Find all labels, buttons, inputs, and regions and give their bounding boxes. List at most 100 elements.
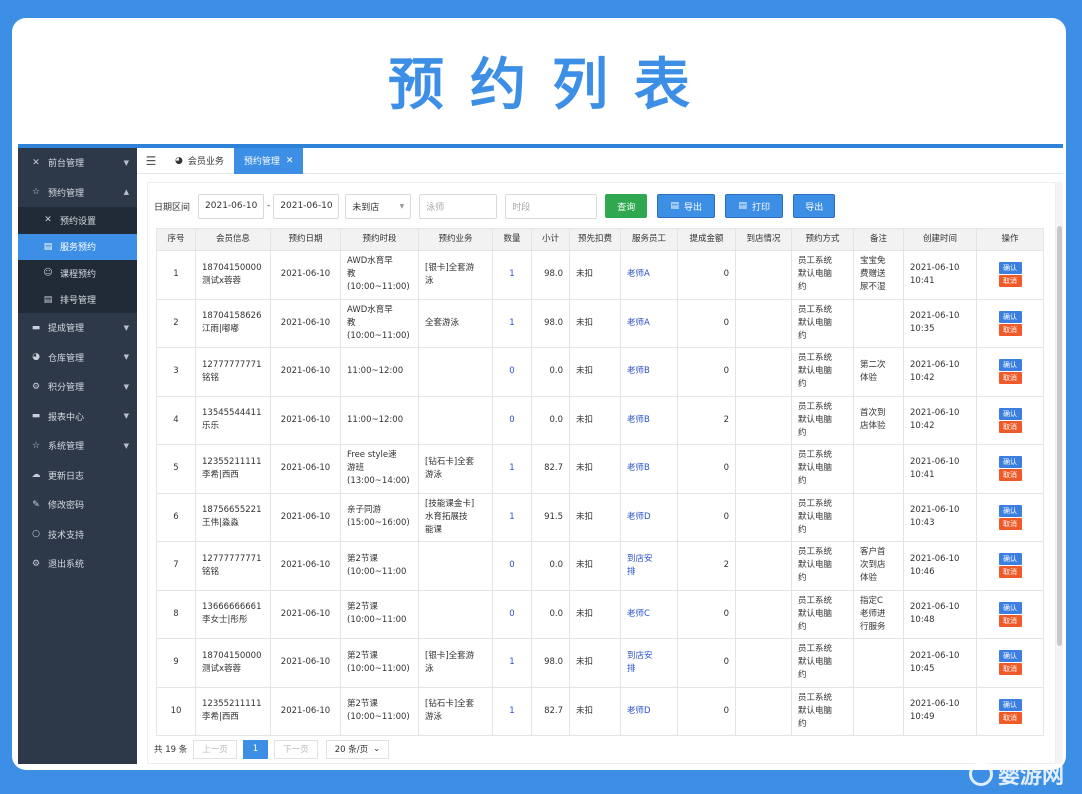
scrollbar[interactable]	[1055, 182, 1063, 764]
confirm-button[interactable]: 确认	[998, 650, 1022, 663]
sidebar-item-support[interactable]: ○ 技术支持	[18, 520, 137, 550]
cell-prepaid: 未扣	[569, 492, 621, 542]
cell-prepaid: 未扣	[569, 395, 621, 445]
print-button[interactable]: ▤ 打印	[725, 194, 784, 218]
cancel-button[interactable]: 取消	[998, 614, 1022, 627]
confirm-button[interactable]: 确认	[998, 262, 1022, 275]
cancel-button[interactable]: 取消	[998, 275, 1022, 288]
sidebar-item-points[interactable]: ⚙ 积分管理 ▼	[18, 372, 137, 402]
cancel-button[interactable]: 取消	[998, 469, 1022, 482]
cell-qty: 0	[492, 347, 532, 397]
cell-prepaid: 未扣	[569, 298, 621, 348]
cell-staff: 老师B	[620, 395, 678, 445]
sidebar-item-label: 提成管理	[48, 324, 85, 335]
cell-commission: 0	[677, 298, 736, 348]
sidebar-item-service-booking[interactable]: ▤ 服务预约	[18, 233, 137, 260]
comment-icon: ▬	[31, 322, 41, 333]
sidebar-item-commission[interactable]: ▬ 提成管理 ▼	[18, 313, 137, 343]
confirm-button[interactable]: 确认	[998, 359, 1022, 372]
filter-bar: 日期区间 2021-06-10 - 2021-06-10 未到店 ▼ 泳师 时段…	[154, 193, 836, 219]
column-header: 提成金额	[677, 228, 736, 251]
smile-icon: ☺	[43, 268, 53, 279]
comment-icon: ▬	[31, 411, 41, 422]
sidebar-item-label: 系统管理	[48, 442, 85, 453]
timeslot-input[interactable]: 时段	[505, 193, 598, 219]
column-header: 数量	[492, 228, 532, 251]
edit-icon: ✎	[32, 499, 40, 510]
cell-subtotal: 0.0	[531, 395, 570, 445]
cell-actions: 确认 取消	[976, 395, 1044, 445]
date-to-input[interactable]: 2021-06-10	[273, 193, 340, 219]
sidebar-item-warehouse[interactable]: ◕ 仓库管理 ▼	[18, 343, 137, 373]
cell-commission: 0	[677, 347, 736, 397]
next-page-button[interactable]: 下一页	[274, 739, 318, 759]
dashboard-icon: ◕	[175, 155, 183, 166]
query-button[interactable]: 查询	[605, 194, 648, 218]
status-select[interactable]: 未到店 ▼	[345, 193, 412, 219]
cell-arrival	[735, 638, 792, 688]
swimmer-input[interactable]: 泳师	[419, 193, 498, 219]
cell-service	[418, 347, 493, 397]
sidebar-item-queue[interactable]: ▤ 排号管理	[18, 287, 137, 314]
cell-member: 18756655221 王伟|淼淼	[195, 492, 271, 542]
clipboard-icon: ▤	[670, 201, 680, 211]
cell-method: 员工系统 默认电脑 约	[791, 492, 854, 542]
clipboard-icon: ▤	[43, 241, 53, 252]
page-size-select[interactable]: 20 条/页 ⌄	[325, 739, 390, 759]
cell-prepaid: 未扣	[569, 638, 621, 688]
cell-subtotal: 0.0	[531, 541, 570, 591]
sidebar-item-label: 修改密码	[48, 501, 85, 512]
tab-booking-management[interactable]: 预约管理 ✕	[233, 148, 304, 174]
date-from-input[interactable]: 2021-06-10	[198, 193, 265, 219]
sidebar-item-course-booking[interactable]: ☺ 课程预约	[18, 260, 137, 287]
cancel-button[interactable]: 取消	[998, 372, 1022, 385]
tab-member-business[interactable]: ◕ 会员业务	[165, 148, 234, 174]
sidebar-item-booking-settings[interactable]: ✕ 预约设置	[18, 207, 137, 234]
menu-toggle-icon[interactable]: ☰	[137, 154, 165, 168]
cell-slot: 第2节课 (10:00~11:00)	[340, 638, 419, 688]
cell-commission: 0	[677, 686, 736, 736]
confirm-button[interactable]: 确认	[998, 601, 1022, 614]
app-window: ✕ 前台管理 ▼ ☆ 预约管理 ▲ ✕ 预约设置 ▤ 服务预约 ☺ 课程预约 ▤…	[18, 144, 1063, 764]
confirm-button[interactable]: 确认	[998, 698, 1022, 711]
cancel-button[interactable]: 取消	[998, 566, 1022, 579]
cancel-button[interactable]: 取消	[998, 711, 1022, 724]
page-1-button[interactable]: 1	[242, 739, 269, 759]
confirm-button[interactable]: 确认	[998, 504, 1022, 517]
confirm-button[interactable]: 确认	[998, 553, 1022, 566]
cell-subtotal: 98.0	[531, 250, 570, 300]
confirm-button[interactable]: 确认	[998, 407, 1022, 420]
cell-member: 13545544411 乐乐	[195, 395, 271, 445]
sidebar-item-system[interactable]: ☆ 系统管理 ▼	[18, 431, 137, 461]
prev-page-button[interactable]: 上一页	[193, 739, 237, 759]
confirm-button[interactable]: 确认	[998, 456, 1022, 469]
cell-date: 2021-06-10	[270, 395, 341, 445]
chevron-down-icon: ▼	[399, 202, 405, 210]
shuffle-icon: ✕	[44, 215, 52, 226]
sidebar-item-reports[interactable]: ▬ 报表中心 ▼	[18, 402, 137, 432]
sidebar-item-logout[interactable]: ⚙ 退出系统	[18, 549, 137, 579]
export-button[interactable]: ▤ 导出	[657, 194, 716, 218]
cancel-button[interactable]: 取消	[998, 323, 1022, 336]
cell-note: 指定C 老师进 行服务	[853, 589, 904, 639]
cell-created: 2021-06-10 10:46	[903, 541, 977, 591]
sidebar-item-change-password[interactable]: ✎ 修改密码	[18, 490, 137, 520]
cell-commission: 0	[677, 492, 736, 542]
clipboard-icon: ▤	[43, 294, 53, 305]
cell-commission: 0	[677, 250, 736, 300]
cell-note: 首次到 店体验	[853, 395, 904, 445]
export-plain-button[interactable]: 导出	[793, 194, 836, 218]
cancel-button[interactable]: 取消	[998, 420, 1022, 433]
cell-commission: 2	[677, 395, 736, 445]
sidebar-item-booking[interactable]: ☆ 预约管理 ▲	[18, 178, 137, 208]
gears-icon: ⚙	[31, 558, 41, 569]
column-header: 到店情况	[735, 228, 792, 251]
cancel-button[interactable]: 取消	[998, 517, 1022, 530]
sidebar-item-changelog[interactable]: ☁ 更新日志	[18, 461, 137, 491]
sidebar-submenu-booking: ✕ 预约设置 ▤ 服务预约 ☺ 课程预约 ▤ 排号管理	[18, 207, 137, 313]
sidebar-item-frontdesk[interactable]: ✕ 前台管理 ▼	[18, 148, 137, 178]
cancel-button[interactable]: 取消	[998, 663, 1022, 676]
scrollbar-thumb[interactable]	[1057, 226, 1062, 646]
close-icon[interactable]: ✕	[286, 156, 294, 166]
confirm-button[interactable]: 确认	[998, 310, 1022, 323]
